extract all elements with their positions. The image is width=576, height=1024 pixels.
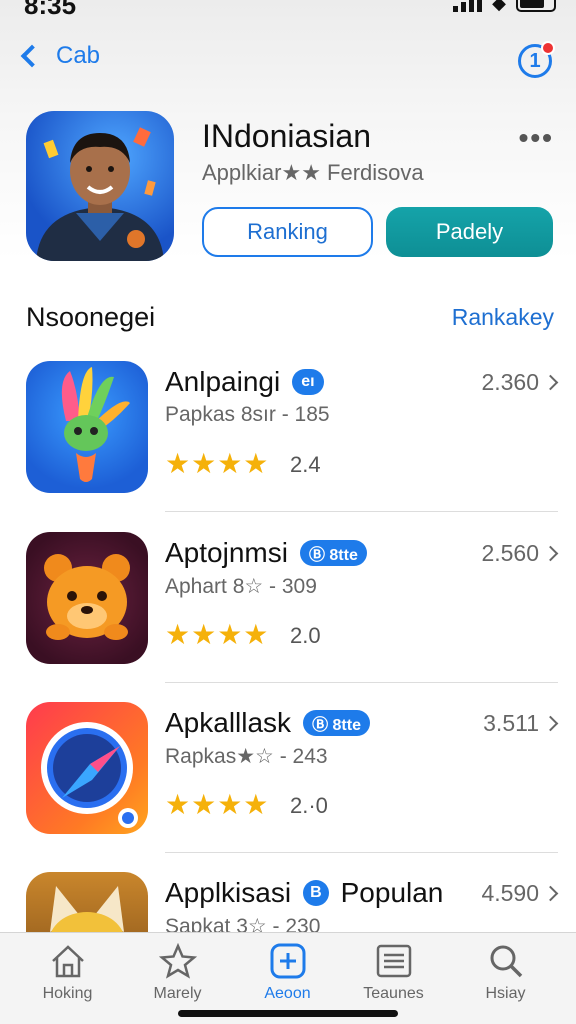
more-options-icon[interactable]: ••• bbox=[519, 122, 554, 154]
battery-icon bbox=[516, 0, 556, 12]
list-item[interactable]: Aptojnmsi Ⓑ 8tte Aphart 8☆ - 309 ★★★★ 2.… bbox=[0, 532, 576, 702]
star-rating-icon: ★★★★ bbox=[165, 789, 270, 820]
tab-aeoon[interactable]: Aeoon bbox=[230, 941, 345, 1003]
search-icon bbox=[448, 941, 563, 981]
app-badge: B bbox=[303, 880, 329, 906]
app-count-value: 2.360 bbox=[481, 369, 539, 395]
app-rating: 2.·0 bbox=[290, 793, 328, 818]
featured-app-icon[interactable] bbox=[26, 111, 174, 261]
notification-button[interactable]: 1 bbox=[518, 41, 555, 78]
status-icons: ◆ bbox=[453, 0, 556, 12]
back-button[interactable]: Cab bbox=[18, 42, 100, 70]
app-count[interactable]: 2.360 bbox=[481, 369, 559, 396]
notification-dot bbox=[541, 41, 555, 55]
app-count-value: 2.560 bbox=[481, 540, 539, 566]
plus-square-icon bbox=[230, 941, 345, 981]
status-time: 8:35 bbox=[24, 0, 77, 20]
star-rating-icon: ★★★★ bbox=[165, 448, 270, 479]
tab-teaunes[interactable]: Teaunes bbox=[336, 941, 451, 1003]
app-count-value: 4.590 bbox=[481, 880, 539, 906]
chevron-right-icon bbox=[542, 374, 559, 391]
app-name: Anlpaingi bbox=[165, 366, 281, 397]
tab-marely[interactable]: Marely bbox=[120, 941, 235, 1003]
bear-icon bbox=[26, 532, 148, 664]
divider bbox=[165, 852, 558, 853]
app-meta: Rapkas★☆ - 243 bbox=[165, 745, 328, 768]
app-meta: Aphart 8☆ - 309 bbox=[165, 575, 317, 598]
back-label: Cab bbox=[56, 42, 101, 69]
status-bar: 8:35 ◆ bbox=[0, 0, 576, 24]
divider bbox=[165, 511, 558, 512]
app-count[interactable]: 2.560 bbox=[481, 540, 559, 567]
tab-hsiay[interactable]: Hsiay bbox=[448, 941, 563, 1003]
app-badge: Ⓑ 8tte bbox=[303, 710, 370, 736]
person-portrait-icon bbox=[36, 127, 164, 261]
app-meta: Papkas 8sır - 185 bbox=[165, 403, 330, 426]
app-name: Applkisasi bbox=[165, 877, 292, 908]
list-item[interactable]: Anlpaingi eı Papkas 8sır - 185 ★★★★ 2.4 … bbox=[0, 361, 576, 531]
chevron-right-icon bbox=[542, 885, 559, 902]
notification-count: 1 bbox=[529, 49, 541, 72]
featured-app-subtitle: Applkiar★★ Ferdisova bbox=[202, 160, 424, 185]
list-item[interactable]: Apkalllask Ⓑ 8tte Rapkas★☆ - 243 ★★★★ 2.… bbox=[0, 702, 576, 872]
star-icon bbox=[120, 941, 235, 981]
compass-icon bbox=[26, 702, 148, 834]
chevron-left-icon bbox=[20, 44, 44, 68]
app-name: Apkalllask bbox=[165, 707, 292, 738]
section-see-all-link[interactable]: Rankakey bbox=[452, 304, 554, 331]
chevron-right-icon bbox=[542, 715, 559, 732]
app-count[interactable]: 3.511 bbox=[483, 710, 559, 737]
app-name: Aptojnmsi bbox=[165, 537, 288, 568]
app-count[interactable]: 4.590 bbox=[481, 880, 559, 907]
signal-icon bbox=[453, 0, 483, 12]
app-badge: Ⓑ 8tte bbox=[299, 540, 367, 566]
ranking-button[interactable]: Ranking bbox=[202, 207, 373, 257]
app-count-value: 3.511 bbox=[483, 710, 539, 736]
section-title: Nsoonegei bbox=[26, 302, 156, 332]
tab-label: Aeoon bbox=[264, 985, 311, 1002]
tab-label: Teaunes bbox=[363, 985, 424, 1002]
chevron-right-icon bbox=[542, 545, 559, 562]
home-indicator[interactable] bbox=[178, 1010, 398, 1017]
tab-hoking[interactable]: Hoking bbox=[10, 941, 125, 1003]
wifi-icon: ◆ bbox=[492, 0, 506, 13]
tab-label: Hsiay bbox=[485, 985, 526, 1002]
featured-app-title: INdoniasian bbox=[202, 118, 371, 154]
app-popular-label: Populan bbox=[340, 877, 444, 908]
star-rating-icon: ★★★★ bbox=[165, 619, 270, 650]
app-badge: eı bbox=[292, 369, 324, 395]
tab-label: Marely bbox=[153, 985, 202, 1002]
divider bbox=[165, 682, 558, 683]
house-icon bbox=[10, 941, 125, 981]
list-icon bbox=[336, 941, 451, 981]
app-rating: 2.4 bbox=[290, 452, 321, 477]
tab-label: Hoking bbox=[42, 985, 93, 1002]
primary-action-button[interactable]: Padely bbox=[386, 207, 553, 257]
feather-creature-icon bbox=[26, 361, 148, 493]
app-rating: 2.0 bbox=[290, 623, 321, 648]
